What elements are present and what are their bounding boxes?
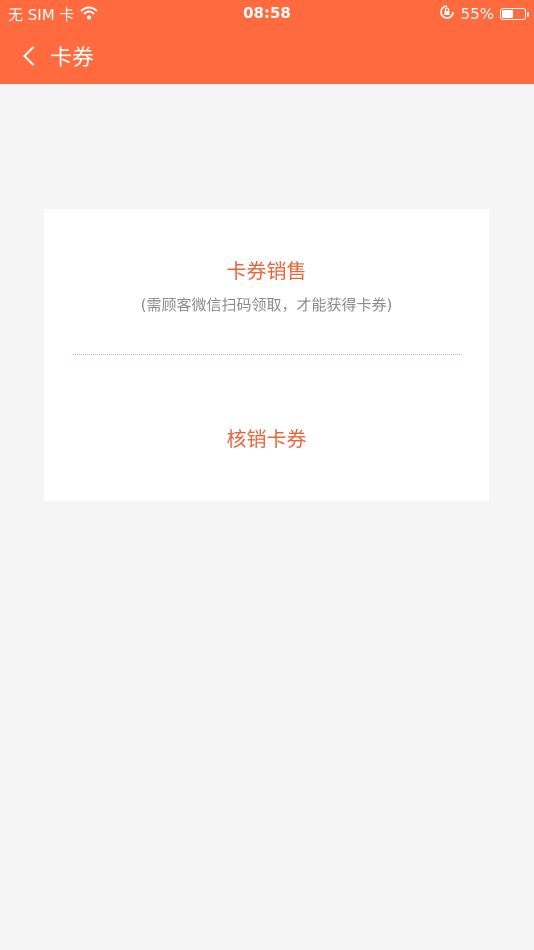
coupon-verify-option[interactable]: 核销卡券 — [44, 423, 489, 463]
battery-icon — [500, 8, 529, 20]
status-right: 55% — [439, 4, 529, 24]
coupon-sale-subtitle: (需顾客微信扫码领取，才能获得卡券) — [140, 296, 393, 314]
back-button[interactable]: 卡券 — [20, 40, 94, 72]
page-title: 卡券 — [50, 46, 95, 71]
status-bar: 无 SIM 卡 08:58 55% — [0, 0, 534, 28]
coupon-sale-option[interactable]: 卡券销售 (需顾客微信扫码领取，才能获得卡券) — [44, 255, 489, 335]
coupon-sale-title: 卡券销售 — [226, 259, 307, 283]
dotted-divider — [73, 354, 460, 355]
battery-percent: 55% — [460, 5, 494, 23]
chevron-left-icon — [23, 46, 43, 66]
nav-bar: 卡券 — [0, 36, 534, 76]
coupon-verify-title: 核销卡券 — [226, 427, 307, 451]
orientation-lock-icon — [439, 4, 455, 24]
top-bar: 无 SIM 卡 08:58 55% 卡券 — [0, 0, 534, 84]
coupon-card: 卡券销售 (需顾客微信扫码领取，才能获得卡券) 核销卡券 — [35, 209, 489, 501]
